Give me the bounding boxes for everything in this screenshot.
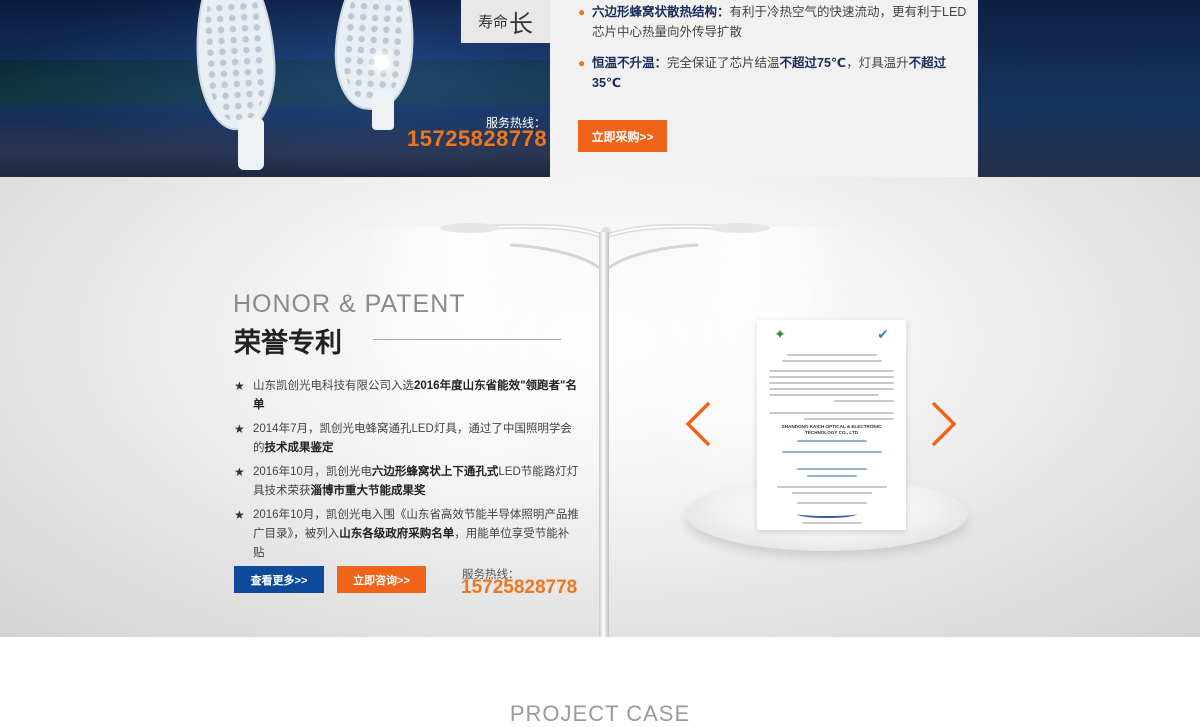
list-item: ★ 2016年10月，凯创光电六边形蜂窝状上下通孔式LED节能路灯灯具技术荣获淄…	[234, 465, 579, 497]
list-item: ★ 2014年7月，凯创光电蜂窝通孔LED灯具，通过了中国照明学会的技术成果鉴定	[234, 422, 572, 454]
list-item: ★ 山东凯创光电科技有限公司入选2016年度山东省能效"领跑者"名单	[234, 379, 577, 411]
star-icon: ★	[234, 422, 245, 436]
lifespan-badge: 寿命长	[461, 0, 550, 43]
hotline-number[interactable]: 15725828778	[461, 577, 577, 599]
hotline-number[interactable]: 15725828778	[407, 126, 547, 152]
chevron-right-icon	[931, 401, 957, 447]
view-more-button[interactable]: 查看更多>>	[234, 566, 324, 593]
honor-patent-section: HONOR & PATENT 荣誉专利 ★ 山东凯创光电科技有限公司入选2016…	[0, 177, 1200, 637]
certificate-image[interactable]: ✦ ✔ SHANDONG KAICH OPTICAL & ELECTRONIC …	[757, 320, 906, 530]
certificate-company-name: SHANDONG KAICH OPTICAL & ELECTRONIC TECH…	[781, 424, 882, 435]
section-title-en: PROJECT CASE	[509, 701, 691, 726]
feature-item: ● 恒温不升温：完全保证了芯片结温不超过75℃，灯具温升不超过35℃	[578, 53, 958, 93]
bullet-icon: ●	[578, 56, 586, 70]
list-item: ★ 2016年10月，凯创光电入围《山东省高效节能半导体照明产品推广目录》，被列…	[234, 508, 579, 559]
emblem-icon: ✔	[877, 326, 889, 342]
star-icon: ★	[234, 508, 245, 522]
star-icon: ★	[234, 465, 245, 479]
project-case-section: PROJECT CASE	[0, 637, 1200, 726]
feature-item: ● 六边形蜂窝状散热结构：有利于冷热空气的快速流动，更有利于LED芯片中心热量向…	[578, 2, 968, 42]
consult-now-button[interactable]: 立即咨询>>	[337, 566, 426, 593]
signature	[797, 510, 857, 518]
product-banner: 寿命长 服务热线： 15725828778 ● 六边形蜂窝状散热结构：有利于冷热…	[0, 0, 1200, 177]
feature-panel: ● 六边形蜂窝状散热结构：有利于冷热空气的快速流动，更有利于LED芯片中心热量向…	[550, 0, 978, 177]
lamp-post	[599, 232, 609, 637]
star-icon: ★	[234, 379, 245, 393]
carousel-next-button[interactable]	[926, 399, 962, 449]
bullet-icon: ●	[578, 5, 586, 19]
chevron-left-icon	[685, 401, 711, 447]
section-title: 荣誉专利	[234, 328, 342, 358]
section-title-en: HONOR & PATENT	[233, 290, 466, 318]
honor-list: ★ 山东凯创光电科技有限公司入选2016年度山东省能效"领跑者"名单 ★ 201…	[234, 377, 579, 568]
led-chip-glow	[375, 55, 389, 69]
buy-now-button[interactable]: 立即采购>>	[578, 120, 667, 152]
emblem-icon: ✦	[774, 326, 786, 342]
carousel-prev-button[interactable]	[680, 399, 716, 449]
title-divider	[373, 339, 561, 340]
